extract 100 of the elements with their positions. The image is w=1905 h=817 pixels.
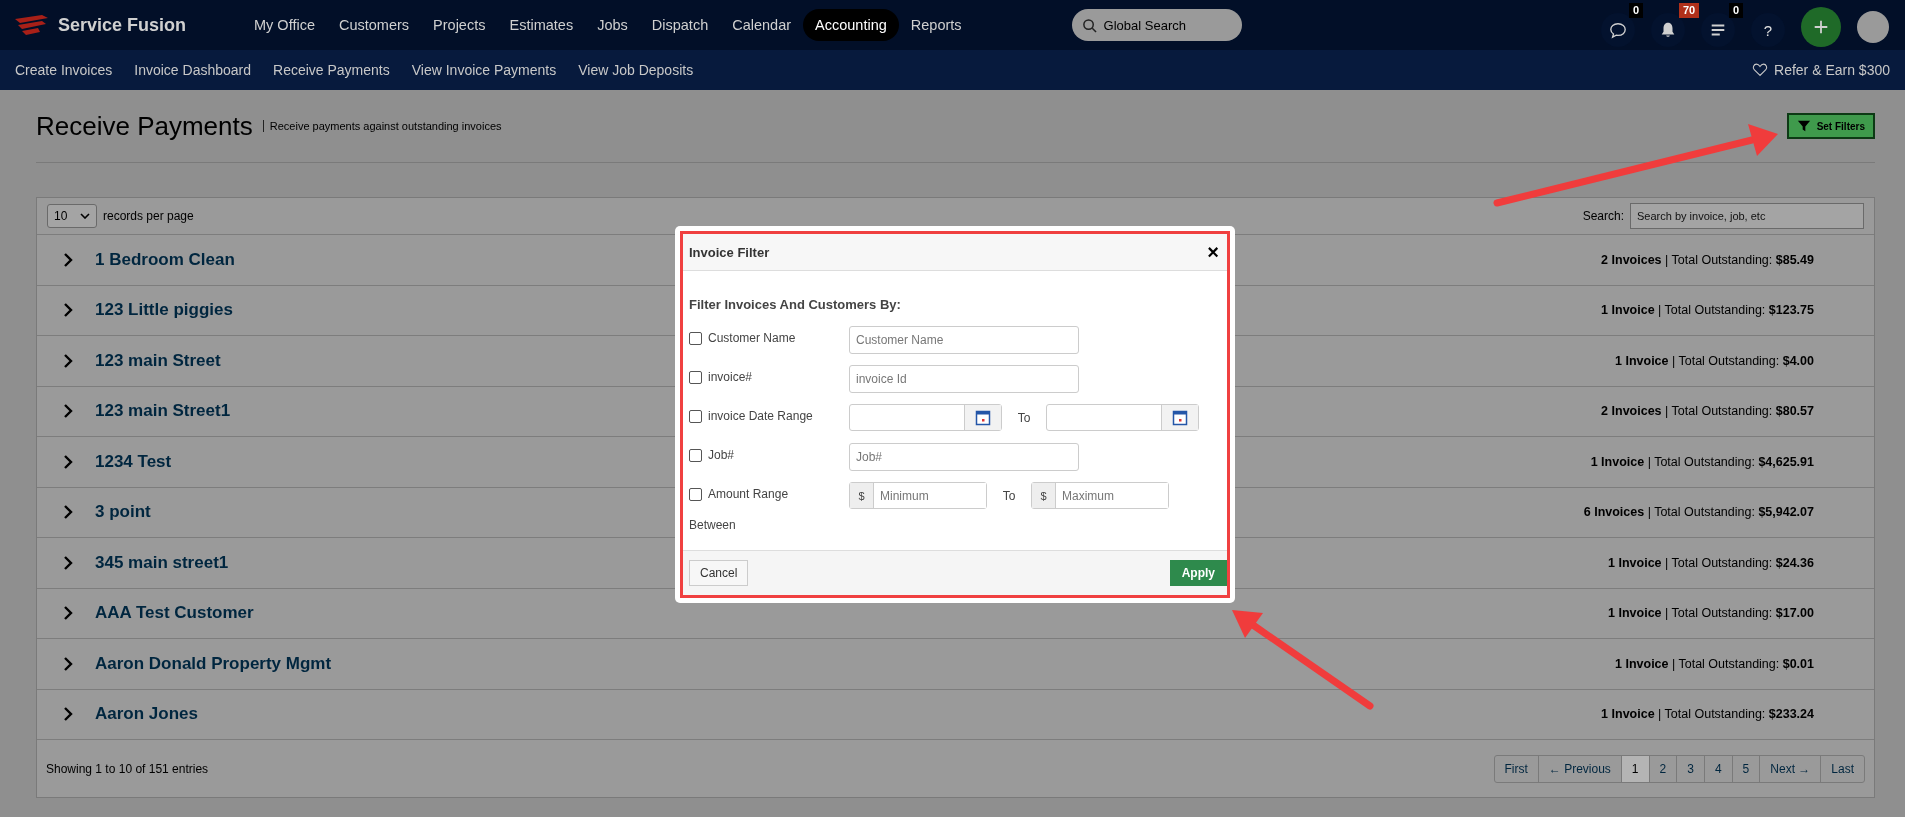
pagination-button[interactable]: 3: [1676, 755, 1704, 782]
filter-input-field[interactable]: Customer Name: [849, 326, 1079, 354]
pagination-button[interactable]: Last: [1820, 755, 1864, 782]
chevron-icon[interactable]: [63, 656, 73, 671]
brand-name[interactable]: Service Fusion: [58, 14, 187, 36]
bell-icon: [1659, 21, 1677, 39]
close-button[interactable]: ×: [1205, 242, 1221, 262]
pagination-button[interactable]: 2: [1648, 755, 1677, 782]
global-search-field[interactable]: Global Search: [1071, 9, 1242, 41]
chevron-icon[interactable]: [63, 454, 73, 469]
customer-link[interactable]: 1 Bedroom Clean: [95, 249, 235, 270]
nav-item[interactable]: My Office: [242, 9, 327, 41]
pagination-button[interactable]: ← Previous: [1537, 755, 1621, 782]
help-button[interactable]: ?: [1751, 13, 1785, 47]
chevron-icon[interactable]: [63, 404, 73, 419]
nav-item[interactable]: Accounting: [803, 9, 899, 41]
customer-link[interactable]: AAA Test Customer: [95, 603, 254, 624]
customer-link[interactable]: 123 main Street1: [95, 401, 231, 422]
filter-input-field[interactable]: Job#: [849, 443, 1079, 471]
outstanding-summary: 1 Invoice | Total Outstanding: $0.01: [1615, 656, 1814, 671]
nav-item[interactable]: Reports: [898, 9, 974, 41]
chevron-icon[interactable]: [63, 555, 73, 570]
subnav-item[interactable]: View Job Deposits: [578, 62, 694, 78]
add-button[interactable]: [1801, 7, 1841, 47]
amount-field[interactable]: $ Minimum: [849, 482, 987, 509]
chevron-icon[interactable]: [63, 707, 73, 722]
nav-item[interactable]: Customers: [326, 9, 422, 41]
customer-link[interactable]: 1234 Test: [95, 451, 172, 472]
filter-label: Amount Range: [708, 487, 789, 501]
outstanding-summary: 1 Invoice | Total Outstanding: $17.00: [1608, 606, 1814, 621]
customer-link[interactable]: 3 point: [95, 502, 151, 523]
plus-icon: [1812, 18, 1830, 36]
calendar-icon: [1172, 409, 1188, 426]
range-to-label: To: [1016, 410, 1032, 425]
dialog-title: Invoice Filter: [689, 244, 770, 260]
search-label: Search:: [1582, 209, 1624, 223]
filter-note: Between: [689, 518, 737, 532]
chevron-icon[interactable]: [63, 303, 73, 318]
avatar[interactable]: [1857, 11, 1889, 43]
page-title: Receive Payments: [36, 110, 253, 142]
page-size-label: records per page: [103, 209, 194, 223]
nav-item[interactable]: Projects: [421, 9, 498, 41]
subnav-item[interactable]: Receive Payments: [273, 62, 390, 78]
checkbox[interactable]: [689, 409, 702, 423]
nav-item[interactable]: Jobs: [585, 9, 640, 41]
currency-addon: $: [1032, 483, 1056, 508]
search-icon: [1081, 18, 1097, 33]
filter-label: Job#: [708, 448, 735, 462]
outstanding-summary: 1 Invoice | Total Outstanding: $123.75: [1601, 303, 1814, 318]
checkbox[interactable]: [689, 448, 702, 462]
cancel-button[interactable]: Cancel: [689, 560, 749, 586]
calendar-icon: [975, 409, 991, 426]
calendar-button[interactable]: [964, 405, 1001, 430]
outstanding-summary: 1 Invoice | Total Outstanding: $233.24: [1601, 707, 1814, 722]
heart-icon: [1752, 63, 1769, 77]
notification-badge: 0: [1729, 3, 1744, 18]
chevron-icon[interactable]: [63, 252, 73, 267]
set-filters-button[interactable]: Set Filters: [1786, 113, 1875, 139]
customer-link[interactable]: Aaron Donald Property Mgmt: [95, 653, 332, 674]
table-search-field[interactable]: Search by invoice, job, etc: [1630, 203, 1864, 229]
filter-label: invoice#: [708, 370, 753, 384]
filter-label: invoice Date Range: [708, 409, 813, 423]
outstanding-summary: 1 Invoice | Total Outstanding: $4,625.91: [1590, 454, 1814, 469]
chevron-icon[interactable]: [63, 505, 73, 520]
chevron-icon[interactable]: [63, 353, 73, 368]
checkbox[interactable]: [689, 487, 702, 501]
subnav-item[interactable]: Create Invoices: [15, 62, 113, 78]
amount-field[interactable]: $ Maximum: [1031, 482, 1169, 509]
nav-item[interactable]: Calendar: [720, 9, 804, 41]
notification-badge: 0: [1629, 3, 1644, 18]
customer-link[interactable]: 123 main Street: [95, 350, 221, 371]
checkbox[interactable]: [689, 370, 702, 384]
subnav-item[interactable]: View Invoice Payments: [411, 62, 557, 78]
outstanding-summary: 2 Invoices | Total Outstanding: $85.49: [1601, 252, 1814, 267]
header-icon-button[interactable]: [1701, 13, 1735, 47]
nav-item[interactable]: Estimates: [497, 9, 586, 41]
pagination-button[interactable]: 5: [1731, 755, 1760, 782]
filter-input-field[interactable]: invoice Id: [849, 365, 1079, 393]
apply-button[interactable]: Apply: [1169, 560, 1227, 586]
pagination-button[interactable]: 1: [1620, 755, 1649, 782]
page-size-select[interactable]: 10: [47, 204, 97, 228]
nav-item[interactable]: Dispatch: [639, 9, 721, 41]
date-field[interactable]: [849, 404, 1002, 431]
page-subtitle: Receive payments against outstanding invoices: [262, 120, 502, 132]
customer-link[interactable]: Aaron Jones: [95, 704, 198, 725]
outstanding-summary: 1 Invoice | Total Outstanding: $24.36: [1608, 555, 1814, 570]
pagination-button[interactable]: Next →: [1759, 755, 1821, 782]
pagination-button[interactable]: First: [1494, 755, 1538, 782]
header-icon-button[interactable]: [1651, 13, 1685, 47]
pagination-button[interactable]: 4: [1703, 755, 1732, 782]
customer-link[interactable]: 345 main street1: [95, 552, 229, 573]
date-field[interactable]: [1046, 404, 1199, 431]
chevron-icon[interactable]: [63, 606, 73, 621]
checkbox[interactable]: [689, 331, 702, 345]
range-to-label: To: [1001, 488, 1017, 503]
customer-link[interactable]: 123 Little piggies: [95, 300, 233, 321]
header-icon-button[interactable]: [1601, 13, 1635, 47]
subnav-item[interactable]: Invoice Dashboard: [134, 62, 252, 78]
calendar-button[interactable]: [1161, 405, 1198, 430]
refer-link[interactable]: Refer & Earn $300: [1774, 62, 1890, 78]
